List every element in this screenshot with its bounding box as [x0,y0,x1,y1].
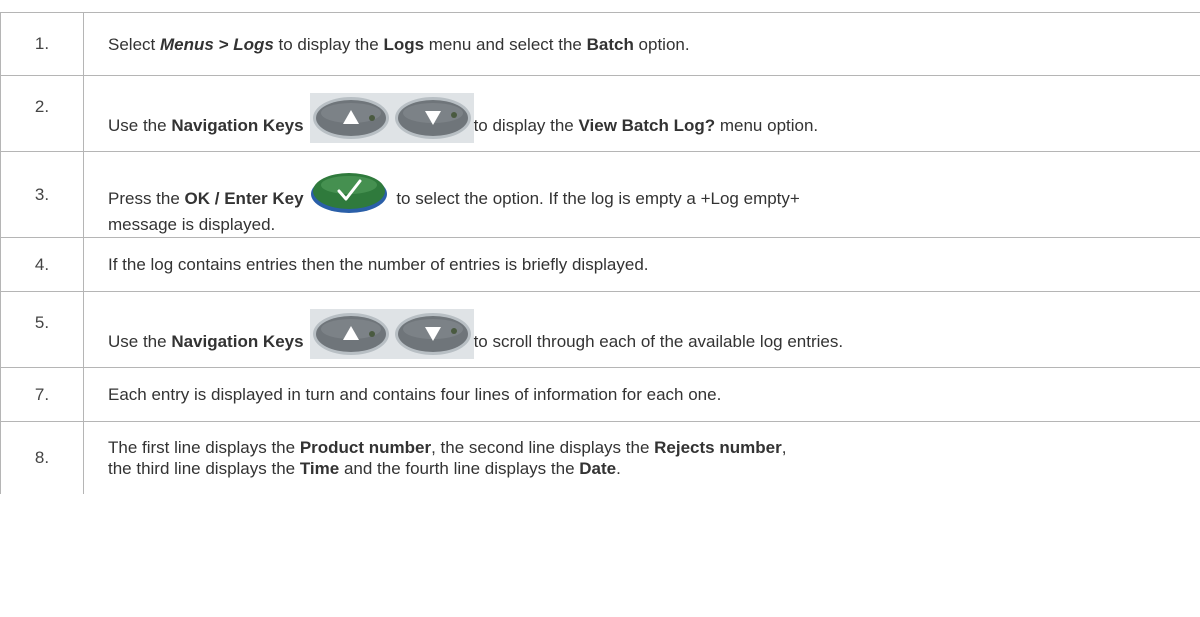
step-text-part: to scroll through each of the available … [473,332,844,351]
navigation-keys-label: Navigation Keys [171,332,304,351]
down-arrow-key-icon [391,309,474,359]
up-arrow-key-icon [309,309,392,359]
step-text-part: Use the [108,332,172,351]
batch-option-label: Batch [586,35,634,54]
step-number: 1. [0,13,84,75]
steps-table: 1. Select Menus > Logs to display the Lo… [0,12,1200,494]
step-text: Select Menus > Logs to display the Logs … [84,13,1200,75]
navigation-keys-image [309,309,474,367]
step-number: 8. [0,422,84,494]
down-arrow-key-icon [391,93,474,143]
step-text: Each entry is displayed in turn and cont… [108,385,722,404]
step-text-part: message is displayed. [108,215,276,234]
step-row: 8. The first line displays the Product n… [0,422,1200,494]
step-text-part: to select the option. If the log is empt… [391,189,800,208]
step-text-part: The first line displays the [108,438,300,457]
step-text-part: to display the [273,35,384,54]
step-text-part: Select [108,35,160,54]
menu-path: Menus > Logs [159,35,274,54]
up-arrow-key-icon [309,93,392,143]
step-number: 4. [0,238,84,291]
step-text: If the log contains entries then the num… [108,255,649,274]
view-batch-log-label: View Batch Log? [578,116,716,135]
product-number-label: Product number [299,438,432,457]
step-text-part: to display the [473,116,579,135]
logs-menu-label: Logs [383,35,425,54]
step-number: 7. [0,368,84,421]
navigation-keys-image [309,93,474,151]
step-text-part: menu option. [715,116,819,135]
date-label: Date [579,459,617,478]
rejects-number-label: Rejects number [654,438,782,457]
step-row: 1. Select Menus > Logs to display the Lo… [0,12,1200,76]
step-text: Use the Navigation Keys [84,292,1200,367]
step-text-part: option. [633,35,690,54]
step-row: 3. Press the OK / Enter Key to select th… [0,152,1200,238]
step-row: 2. Use the Navigation Keys to display th… [0,76,1200,152]
step-text-part: . [616,459,621,478]
step-row: 7. Each entry is displayed in turn and c… [0,368,1200,422]
step-text: Press the OK / Enter Key to select the o… [84,152,1200,237]
step-text-part: Use the [108,116,172,135]
step-text: The first line displays the Product numb… [84,422,1200,494]
step-text-part: menu and select the [424,35,587,54]
step-text-part: Press the [108,189,185,208]
step-text-part: , the second line displays the [431,438,655,457]
ok-enter-key-label: OK / Enter Key [184,189,304,208]
step-number: 3. [0,152,84,237]
checkmark-ok-key-icon [310,173,387,213]
step-text: Use the Navigation Keys [84,76,1200,151]
step-number: 5. [0,292,84,367]
step-text-part: the third line displays the [108,459,300,478]
step-number: 2. [0,76,84,151]
step-row: 4. If the log contains entries then the … [0,238,1200,292]
step-text-part: and the fourth line displays the [339,459,580,478]
step-text-part: , [781,438,787,457]
time-label: Time [299,459,340,478]
step-row: 5. Use the Navigation Keys to scroll thr… [0,292,1200,368]
navigation-keys-label: Navigation Keys [171,116,304,135]
